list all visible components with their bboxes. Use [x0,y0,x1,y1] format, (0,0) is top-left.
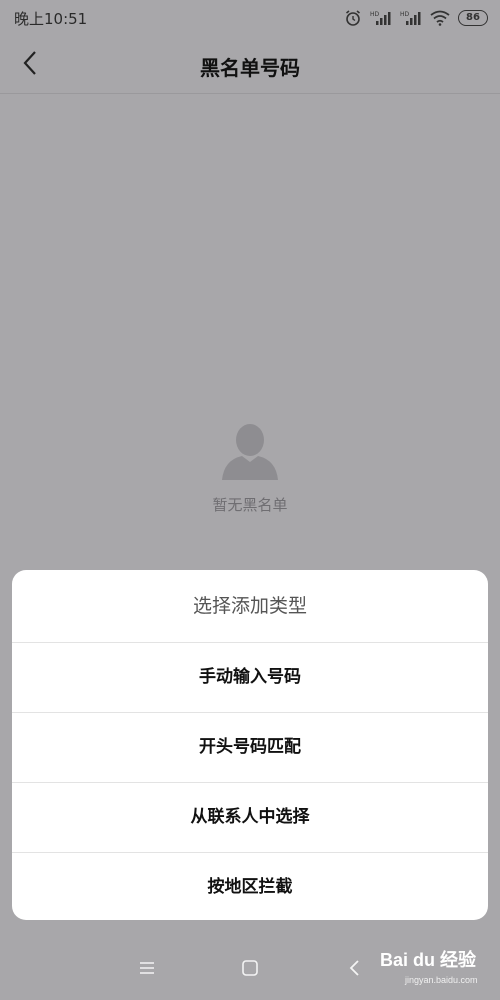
nav-back-button[interactable] [340,958,368,982]
status-icons: HD HD 86 [344,7,488,29]
person-icon [0,420,500,482]
back-icon [348,959,360,981]
home-icon [241,959,259,981]
svg-text:HD: HD [400,11,410,18]
watermark-url: jingyan.baidu.com [405,975,478,985]
signal-hd-icon: HD [370,10,392,26]
nav-home-button[interactable] [236,958,264,982]
status-time: 晚上10:51 [14,10,88,28]
menu-icon [138,960,156,980]
nav-menu-button[interactable] [133,958,161,982]
option-block-by-region[interactable]: 按地区拦截 [12,853,488,920]
svg-text:HD: HD [370,11,380,18]
title-bar: 黑名单号码 [0,36,500,94]
status-bar: 晚上10:51 HD HD 86 [0,0,500,36]
empty-state: 暂无黑名单 [0,420,500,515]
page-title: 黑名单号码 [200,56,300,80]
option-manual-input[interactable]: 手动输入号码 [12,643,488,713]
empty-message: 暂无黑名单 [212,496,288,514]
baidu-watermark: Bai du 经验 [380,950,477,970]
alarm-icon [344,9,362,27]
option-from-contacts[interactable]: 从联系人中选择 [12,783,488,853]
wifi-icon [430,10,450,26]
option-prefix-match[interactable]: 开头号码匹配 [12,713,488,783]
signal-hd-icon: HD [400,10,422,26]
sheet-title: 选择添加类型 [12,570,488,643]
add-type-sheet: 选择添加类型 手动输入号码 开头号码匹配 从联系人中选择 按地区拦截 [12,570,488,920]
battery-icon: 86 [458,10,488,26]
